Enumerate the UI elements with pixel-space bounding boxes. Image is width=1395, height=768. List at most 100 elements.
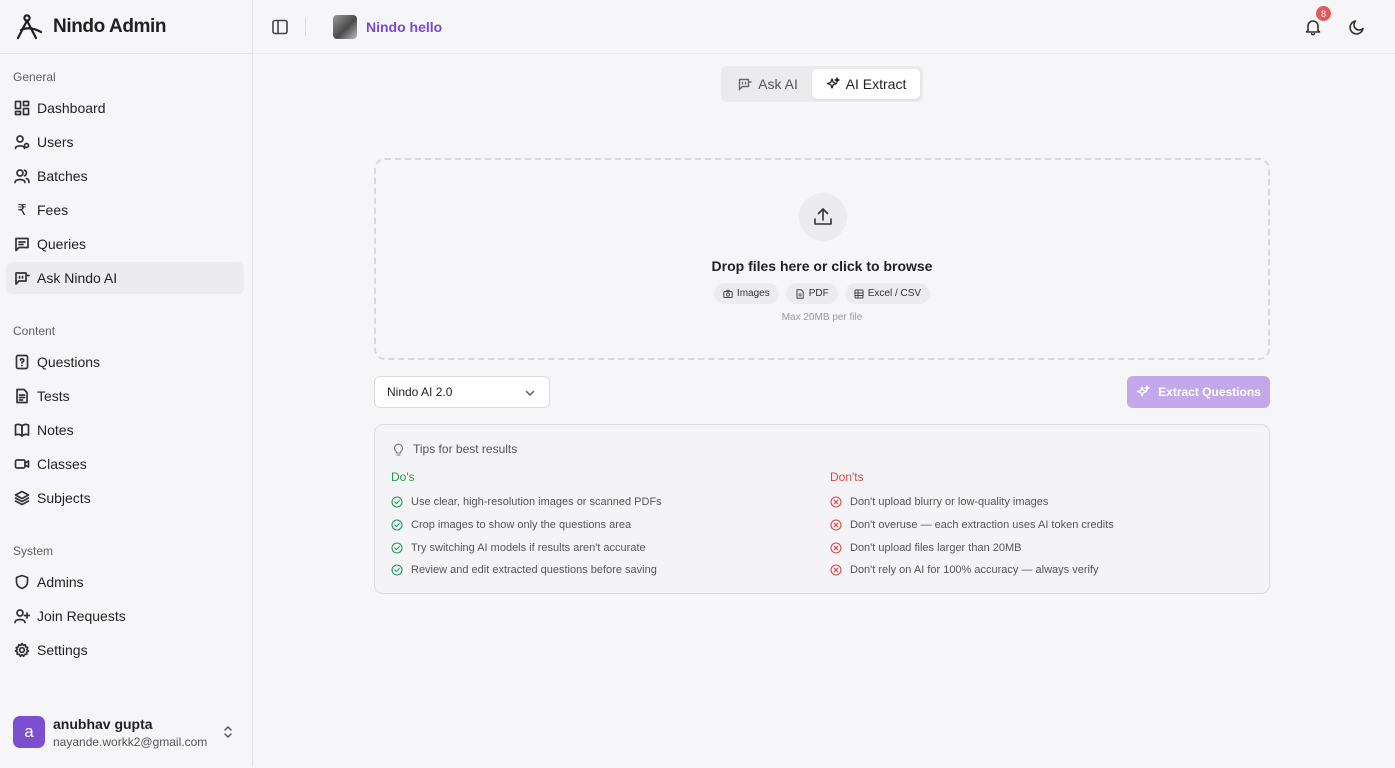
tab-ai-extract[interactable]: AI Extract (812, 69, 920, 99)
sidebar-item-label: Ask Nindo AI (37, 270, 118, 286)
sidebar-item-label: Tests (37, 388, 70, 404)
x-circle-icon (830, 564, 842, 576)
model-select-value: Nindo AI 2.0 (387, 385, 453, 399)
sidebar-item-label: Classes (37, 456, 87, 472)
check-circle-icon (391, 564, 403, 576)
main-content: Ask AI AI Extract Drop files here or cli… (253, 55, 1395, 768)
tips-header: Tips for best results (392, 442, 517, 456)
logo-icon (16, 13, 43, 39)
check-circle-icon (391, 542, 403, 554)
space-name[interactable]: Nindo hello (366, 19, 442, 35)
donts-title: Don'ts (830, 470, 864, 484)
sidebar-item-notes[interactable]: Notes (6, 414, 244, 446)
sidebar-item-tests[interactable]: Tests (6, 380, 244, 412)
tab-label: Ask AI (758, 76, 798, 92)
do-tip-text: Use clear, high-resolution images or sca… (411, 496, 662, 509)
user-name: anubhav gupta (53, 715, 153, 732)
x-circle-icon (830, 542, 842, 554)
file-icon (796, 288, 804, 299)
sidebar-item-users[interactable]: Users (6, 126, 244, 158)
section-general: General (13, 70, 56, 84)
app-title: Nindo Admin (53, 15, 167, 37)
sidebar-item-queries[interactable]: Queries (6, 228, 244, 260)
sidebar-item-label: Users (37, 134, 74, 150)
camera-icon (723, 289, 733, 298)
gear-icon (14, 642, 30, 658)
file-type-chips: Images PDF Excel / CSV (376, 283, 1268, 304)
check-circle-icon (391, 519, 403, 531)
section-system: System (13, 544, 54, 558)
do-tip-text: Review and edit extracted questions befo… (411, 564, 657, 577)
dont-tip: Don't overuse — each extraction uses AI … (830, 514, 1114, 537)
sidebar-item-label: Subjects (37, 490, 91, 506)
do-tip: Use clear, high-resolution images or sca… (391, 491, 662, 514)
layers-icon (14, 490, 30, 506)
sidebar-item-batches[interactable]: Batches (6, 160, 244, 192)
batches-icon (14, 169, 30, 184)
model-select[interactable]: Nindo AI 2.0 (374, 376, 550, 408)
tips-title: Tips for best results (413, 442, 518, 456)
lightbulb-icon (393, 443, 404, 456)
file-dropzone[interactable]: Drop files here or click to browse Image… (374, 158, 1270, 360)
tests-icon (16, 388, 28, 404)
chip-excel-csv: Excel / CSV (844, 283, 931, 304)
sidebar-item-dashboard[interactable]: Dashboard (6, 92, 244, 124)
sidebar-item-label: Settings (37, 642, 88, 658)
sidebar-item-label: Dashboard (37, 100, 106, 116)
sidebar-item-ask-nindo-ai[interactable]: Ask Nindo AI (6, 262, 244, 294)
sidebar-item-settings[interactable]: Settings (6, 634, 244, 666)
chip-label: PDF (808, 288, 829, 299)
brand[interactable]: Nindo Admin (0, 0, 252, 54)
chip-pdf: PDF (785, 283, 838, 304)
top-bar: Nindo hello 8 (253, 0, 1395, 54)
sidebar-item-label: Batches (37, 168, 88, 184)
chip-label: Images (736, 288, 770, 299)
sparkles-icon (826, 77, 840, 89)
check-circle-icon (391, 496, 403, 508)
chat-bot-icon (738, 78, 752, 91)
sidebar-item-join-requests[interactable]: Join Requests (6, 600, 244, 632)
notifications-button[interactable]: 8 (1304, 6, 1331, 36)
tab-ask-ai[interactable]: Ask AI (724, 69, 812, 99)
sidebar-item-label: Notes (37, 422, 74, 438)
sidebar: Nindo Admin General Dashboard Users Batc… (0, 0, 253, 766)
sidebar-item-questions[interactable]: Questions (6, 346, 244, 378)
chip-label: Excel / CSV (867, 288, 922, 299)
sidebar-item-label: Fees (37, 202, 69, 218)
app-root: Nindo Admin General Dashboard Users Batc… (0, 0, 1395, 768)
dont-tip-text: Don't upload files larger than 20MB (850, 541, 1022, 554)
shield-icon (15, 574, 29, 590)
do-tip: Crop images to show only the questions a… (391, 514, 662, 537)
sparkles-icon (1136, 385, 1150, 397)
dos-title: Do's (391, 470, 415, 484)
notification-badge: 8 (1316, 6, 1331, 21)
tips-panel: Tips for best results Do's Use clear, hi… (374, 424, 1270, 594)
chevrons-up-down-icon (224, 726, 232, 738)
space-avatar (333, 14, 357, 39)
sidebar-toggle-icon[interactable] (271, 18, 289, 36)
user-menu[interactable]: a anubhav gupta nayande.workk2@gmail.com (0, 698, 252, 766)
do-tip: Try switching AI models if results aren'… (391, 536, 662, 559)
top-right-actions: 8 (1304, 0, 1395, 54)
sidebar-item-label: Queries (37, 236, 87, 252)
sidebar-item-admins[interactable]: Admins (6, 566, 244, 598)
section-content: Content (13, 324, 56, 338)
extract-questions-button[interactable]: Extract Questions (1127, 376, 1270, 408)
sidebar-item-fees[interactable]: ₹ Fees (6, 194, 244, 226)
bot-chat-icon (15, 272, 30, 285)
book-icon (14, 423, 30, 437)
dropzone-title: Drop files here or click to browse (711, 258, 933, 274)
sidebar-item-subjects[interactable]: Subjects (6, 482, 244, 514)
moon-icon[interactable] (1348, 18, 1366, 36)
upload-icon (814, 208, 832, 225)
dont-tip: Don't rely on AI for 100% accuracy — alw… (830, 559, 1114, 582)
dashboard-icon (14, 100, 30, 116)
queries-icon (15, 237, 29, 252)
avatar: a (13, 716, 45, 748)
question-file-icon (15, 354, 29, 370)
sidebar-item-classes[interactable]: Classes (6, 448, 244, 480)
user-email: nayande.workk2@gmail.com (53, 734, 208, 749)
sidebar-item-label: Join Requests (37, 608, 126, 624)
dont-tip: Don't upload blurry or low-quality image… (830, 491, 1114, 514)
dont-tip-text: Don't rely on AI for 100% accuracy — alw… (850, 564, 1099, 577)
